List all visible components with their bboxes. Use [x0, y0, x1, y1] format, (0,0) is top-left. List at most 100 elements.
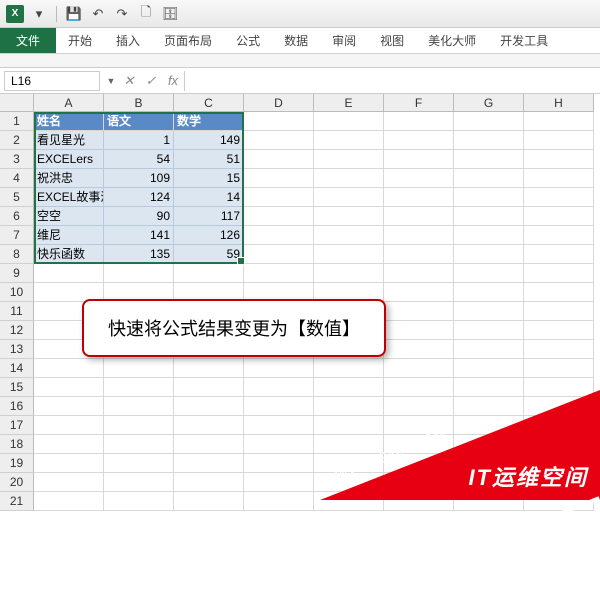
cell[interactable] — [454, 112, 524, 131]
cell[interactable] — [454, 226, 524, 245]
cell[interactable] — [454, 302, 524, 321]
cell[interactable] — [174, 473, 244, 492]
cell[interactable] — [384, 283, 454, 302]
undo-icon[interactable]: ↶ — [89, 5, 107, 23]
cell[interactable] — [244, 454, 314, 473]
tab-home[interactable]: 开始 — [56, 28, 104, 53]
cell[interactable] — [34, 492, 104, 511]
cell[interactable] — [244, 188, 314, 207]
tab-view[interactable]: 视图 — [368, 28, 416, 53]
cell[interactable] — [524, 150, 594, 169]
cell[interactable]: 空空 — [34, 207, 104, 226]
qat-dropdown-icon[interactable]: ▾ — [30, 5, 48, 23]
row-header[interactable]: 6 — [0, 207, 34, 226]
cell[interactable] — [314, 188, 384, 207]
row-header[interactable]: 10 — [0, 283, 34, 302]
save-icon[interactable]: 💾 — [65, 5, 83, 23]
cell[interactable] — [104, 473, 174, 492]
cell[interactable] — [174, 435, 244, 454]
enter-icon[interactable]: ✓ — [140, 73, 162, 89]
tab-beautify[interactable]: 美化大师 — [416, 28, 488, 53]
cell[interactable] — [34, 359, 104, 378]
row-header[interactable]: 17 — [0, 416, 34, 435]
cell[interactable] — [174, 454, 244, 473]
row-header[interactable]: 18 — [0, 435, 34, 454]
cell[interactable] — [384, 359, 454, 378]
cell[interactable] — [454, 207, 524, 226]
cell[interactable] — [524, 226, 594, 245]
cell[interactable] — [244, 397, 314, 416]
tab-insert[interactable]: 插入 — [104, 28, 152, 53]
tab-data[interactable]: 数据 — [272, 28, 320, 53]
col-header[interactable]: A — [34, 94, 104, 112]
cell[interactable] — [454, 359, 524, 378]
cell[interactable] — [34, 264, 104, 283]
cell[interactable]: 124 — [104, 188, 174, 207]
cell[interactable]: 1 — [104, 131, 174, 150]
cell[interactable] — [524, 207, 594, 226]
row-header[interactable]: 21 — [0, 492, 34, 511]
formula-input[interactable] — [184, 71, 600, 91]
cell[interactable] — [104, 416, 174, 435]
row-header[interactable]: 8 — [0, 245, 34, 264]
cell[interactable] — [34, 416, 104, 435]
cell[interactable] — [174, 397, 244, 416]
cell[interactable]: 语文 — [104, 112, 174, 131]
col-header[interactable]: F — [384, 94, 454, 112]
cell[interactable] — [244, 245, 314, 264]
cell[interactable] — [314, 264, 384, 283]
row-header[interactable]: 9 — [0, 264, 34, 283]
cell[interactable]: 109 — [104, 169, 174, 188]
cell[interactable]: 117 — [174, 207, 244, 226]
row-header[interactable]: 5 — [0, 188, 34, 207]
cell[interactable] — [524, 264, 594, 283]
row-header[interactable]: 2 — [0, 131, 34, 150]
cell[interactable] — [314, 150, 384, 169]
tab-formulas[interactable]: 公式 — [224, 28, 272, 53]
cell[interactable] — [384, 131, 454, 150]
name-box-dropdown-icon[interactable]: ▼ — [104, 76, 118, 86]
cell[interactable] — [384, 150, 454, 169]
row-header[interactable]: 4 — [0, 169, 34, 188]
cell[interactable] — [34, 378, 104, 397]
cell[interactable] — [314, 207, 384, 226]
col-header[interactable]: B — [104, 94, 174, 112]
cell[interactable]: 快乐函数 — [34, 245, 104, 264]
cell[interactable] — [454, 321, 524, 340]
cell[interactable]: 141 — [104, 226, 174, 245]
cell[interactable] — [104, 435, 174, 454]
cell[interactable] — [454, 264, 524, 283]
cell[interactable] — [244, 226, 314, 245]
row-header[interactable]: 20 — [0, 473, 34, 492]
cell[interactable] — [174, 359, 244, 378]
cell[interactable] — [104, 264, 174, 283]
cell[interactable] — [454, 131, 524, 150]
cell[interactable] — [314, 131, 384, 150]
cell[interactable] — [244, 473, 314, 492]
cell[interactable] — [34, 435, 104, 454]
col-header[interactable]: D — [244, 94, 314, 112]
cell[interactable]: EXCELers — [34, 150, 104, 169]
cell[interactable] — [314, 359, 384, 378]
cell[interactable] — [524, 112, 594, 131]
cell[interactable] — [384, 169, 454, 188]
name-box[interactable]: L16 — [4, 71, 100, 91]
cell[interactable]: 126 — [174, 226, 244, 245]
row-header[interactable]: 11 — [0, 302, 34, 321]
cell[interactable] — [384, 188, 454, 207]
cell[interactable] — [244, 112, 314, 131]
col-header[interactable]: H — [524, 94, 594, 112]
cell[interactable] — [454, 188, 524, 207]
tab-developer[interactable]: 开发工具 — [488, 28, 560, 53]
cell[interactable] — [454, 245, 524, 264]
cell[interactable] — [104, 359, 174, 378]
row-header[interactable]: 1 — [0, 112, 34, 131]
cell[interactable]: 51 — [174, 150, 244, 169]
cell[interactable]: 看见星光 — [34, 131, 104, 150]
cell[interactable]: 14 — [174, 188, 244, 207]
cell[interactable]: 135 — [104, 245, 174, 264]
cell[interactable] — [454, 150, 524, 169]
cell[interactable] — [384, 321, 454, 340]
cell[interactable] — [524, 245, 594, 264]
cell[interactable] — [524, 302, 594, 321]
